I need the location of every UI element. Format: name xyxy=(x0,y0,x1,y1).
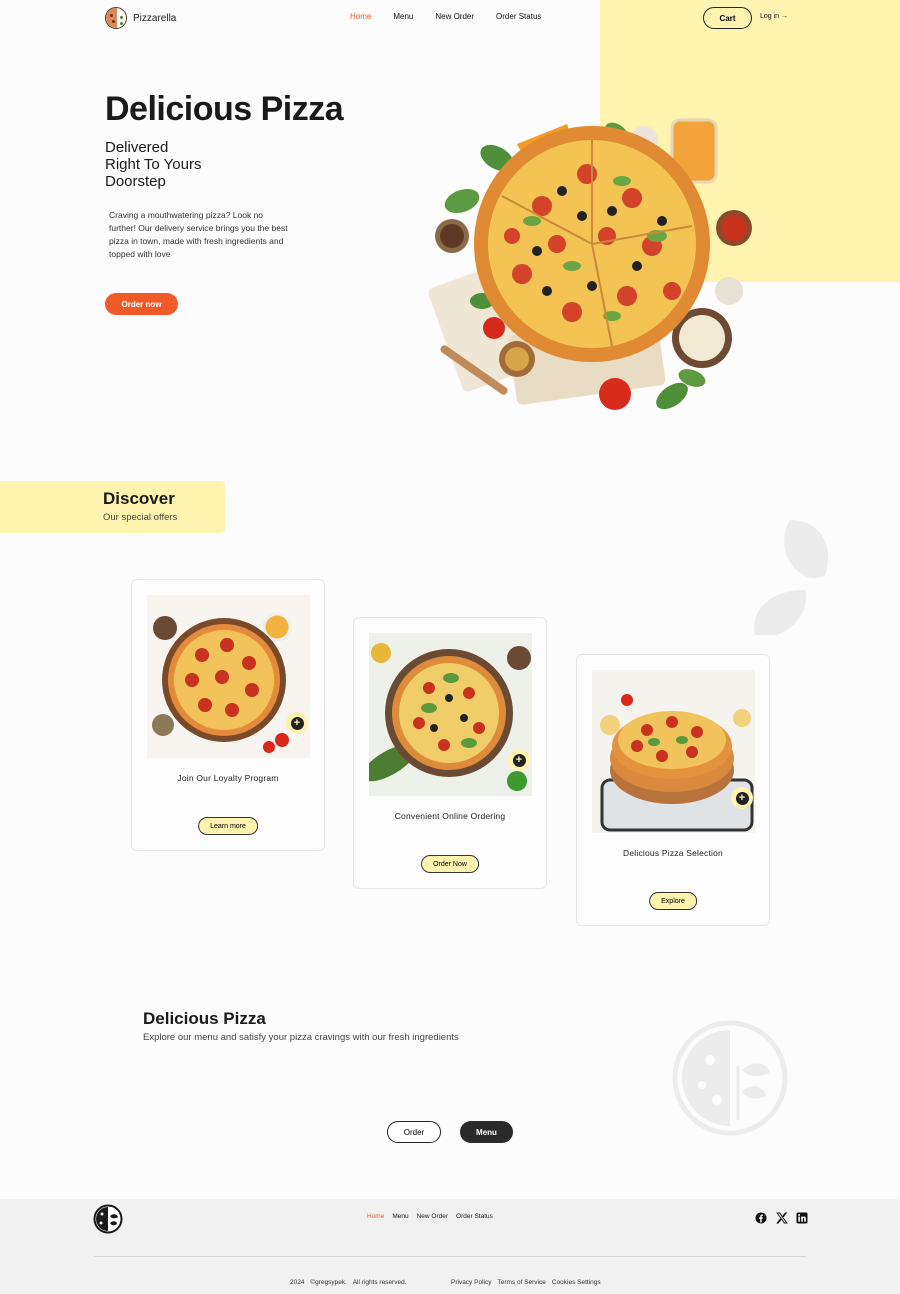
menu-section-subtitle: Explore our menu and satisfy your pizza … xyxy=(143,1032,459,1043)
footer-link-new-order[interactable]: New Order xyxy=(417,1213,448,1220)
copyright-owner[interactable]: ©gregsypek. xyxy=(310,1279,347,1286)
offer-card-loyalty: + Join Our Loyalty Program Learn more xyxy=(131,579,325,851)
offer-card-pizza-selection: + Delicious Pizza Selection Explore xyxy=(576,654,770,926)
leaf-decoration-icon xyxy=(754,520,829,635)
hero-description: Craving a mouthwatering pizza? Look no f… xyxy=(109,210,288,259)
footer-link-menu[interactable]: Menu xyxy=(392,1213,408,1220)
facebook-icon[interactable] xyxy=(755,1212,767,1224)
order-button[interactable]: Order xyxy=(387,1121,441,1143)
privacy-policy-link[interactable]: Privacy Policy xyxy=(451,1279,491,1286)
copyright: 2024 ©gregsypek. All rights reserved. xyxy=(290,1279,407,1286)
pizza-logo-icon xyxy=(105,7,127,29)
add-offer-button[interactable]: + xyxy=(508,749,530,771)
plus-icon: + xyxy=(290,716,304,730)
offer-pizza-image xyxy=(147,595,310,758)
order-now-card-button[interactable]: Order Now xyxy=(421,855,479,873)
hero-title: Delicious Pizza xyxy=(105,90,344,128)
offer-card-online-ordering: + Convenient Online Ordering Order Now xyxy=(353,617,547,889)
hero-pizza-image xyxy=(428,118,752,410)
hero-subtitle-line: Doorstep xyxy=(105,173,166,190)
hero-subtitle-line: Delivered xyxy=(105,139,169,156)
x-icon[interactable] xyxy=(776,1212,788,1224)
menu-section-title: Delicious Pizza xyxy=(143,1009,266,1028)
top-nav: Pizzarella Home Menu New Order Order Sta… xyxy=(0,0,900,36)
discover-subtitle: Our special offers xyxy=(103,512,178,523)
footer-link-order-status[interactable]: Order Status xyxy=(456,1213,493,1220)
plus-icon: + xyxy=(512,753,526,767)
offer-pizza-image xyxy=(369,633,532,796)
brand-name: Pizzarella xyxy=(133,12,177,24)
copyright-rights: All rights reserved. xyxy=(352,1279,407,1286)
nav-link-home[interactable]: Home xyxy=(350,12,371,21)
hero-subtitle-line: Right To Yours xyxy=(105,156,202,173)
offer-card-title: Convenient Online Ordering xyxy=(394,811,506,821)
pizza-logo-icon[interactable] xyxy=(93,1204,123,1234)
offer-pizza-image xyxy=(592,670,755,833)
menu-button[interactable]: Menu xyxy=(460,1121,513,1143)
footer-link-home[interactable]: Home xyxy=(367,1213,384,1220)
login-link[interactable]: Log in → xyxy=(760,13,788,20)
nav-link-new-order[interactable]: New Order xyxy=(435,12,474,21)
add-offer-button[interactable]: + xyxy=(286,712,308,734)
cart-button[interactable]: Cart xyxy=(703,7,752,29)
hero-subtitle: Delivered Right To Yours Doorstep xyxy=(105,139,201,190)
explore-button[interactable]: Explore xyxy=(649,892,697,910)
learn-more-button[interactable]: Learn more xyxy=(198,817,258,835)
nav-link-order-status[interactable]: Order Status xyxy=(496,12,541,21)
add-offer-button[interactable]: + xyxy=(731,787,753,809)
footer-links: Home Menu New Order Order Status xyxy=(367,1213,493,1220)
nav-links: Home Menu New Order Order Status xyxy=(350,12,541,21)
nav-link-menu[interactable]: Menu xyxy=(393,12,413,21)
offer-card-title: Join Our Loyalty Program xyxy=(177,773,279,783)
discover-title: Discover xyxy=(103,489,175,508)
plus-icon: + xyxy=(735,791,749,805)
linkedin-icon[interactable] xyxy=(796,1212,808,1224)
footer-divider xyxy=(94,1256,806,1257)
terms-of-service-link[interactable]: Terms of Service xyxy=(497,1279,545,1286)
offer-card-title: Delicious Pizza Selection xyxy=(623,848,723,858)
legal-links: Privacy Policy Terms of Service Cookies … xyxy=(451,1279,601,1286)
brand-logo[interactable]: Pizzarella xyxy=(105,7,176,29)
order-now-button[interactable]: Order now xyxy=(105,293,178,315)
copyright-year: 2024 xyxy=(290,1279,305,1286)
cookies-settings-link[interactable]: Cookies Settings xyxy=(552,1279,601,1286)
pizza-outline-decoration-icon xyxy=(672,1020,788,1136)
